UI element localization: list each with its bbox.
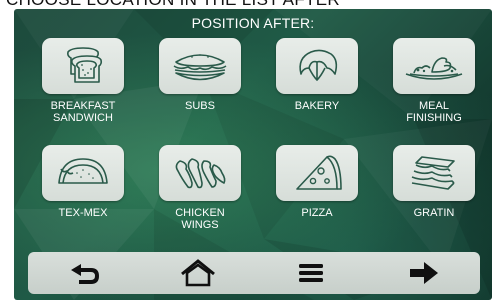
back-button[interactable] [55,255,115,291]
next-button[interactable] [394,255,454,291]
bottom-navbar [28,252,480,294]
chicken-wings-icon [175,158,226,189]
toast-icon [67,47,103,83]
sub-sandwich-icon [173,54,227,81]
tile-gratin[interactable]: GRATIN [384,145,484,219]
tile-bakery[interactable]: BAKERY [267,38,367,112]
tile-label: BAKERY [294,100,340,112]
lasagna-icon [411,156,455,190]
croissant-icon [299,49,338,81]
tile-card[interactable] [393,145,475,201]
tile-card[interactable] [42,145,124,201]
next-icon [409,262,438,284]
tile-subs[interactable]: SUBS [150,38,250,112]
touchscreen: POSITION AFTER: BREAKFAST SANDWICH SUBS … [14,9,492,300]
tile-label: GRATIN [413,207,455,219]
tile-card[interactable] [276,38,358,94]
back-icon [70,264,99,284]
tile-label: MEAL FINISHING [406,100,462,124]
home-button[interactable] [168,255,228,291]
tile-pizza[interactable]: PIZZA [267,145,367,219]
tile-chicken-wings[interactable]: CHICKEN WINGS [150,145,250,231]
tile-card[interactable] [42,38,124,94]
home-icon [180,259,215,287]
plated-meal-icon [405,57,463,80]
menu-button[interactable] [281,255,341,291]
tile-card[interactable] [276,145,358,201]
tile-card[interactable] [159,145,241,201]
top-banner: CHOOSE LOCATION IN THE LIST AFTER [0,0,500,9]
tile-meal-finishing[interactable]: MEAL FINISHING [384,38,484,124]
tile-label: PIZZA [301,207,333,219]
tile-label: SUBS [185,100,215,112]
tile-label: CHICKEN WINGS [175,207,225,231]
menu-icon [298,264,323,282]
tile-label: TEX-MEX [58,207,108,219]
taco-icon [58,158,108,184]
tile-card[interactable] [159,38,241,94]
tile-tex-mex[interactable]: TEX-MEX [33,145,133,219]
pizza-slice-icon [296,155,342,190]
screen-title: POSITION AFTER: [191,15,315,31]
tile-label: BREAKFAST SANDWICH [50,100,116,124]
tile-breakfast-sandwich[interactable]: BREAKFAST SANDWICH [33,38,133,124]
tile-card[interactable] [393,38,475,94]
